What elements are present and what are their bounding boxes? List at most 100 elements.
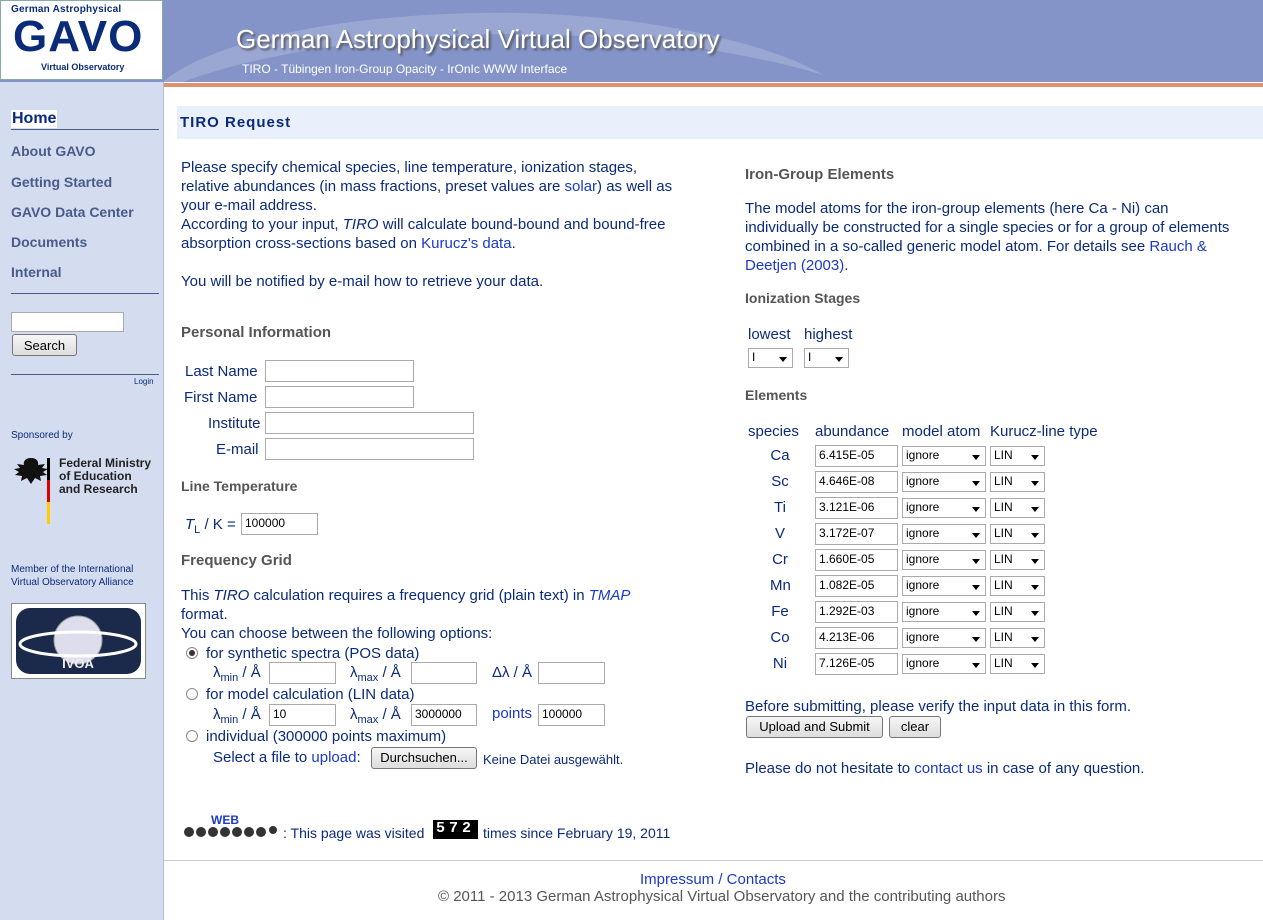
delta-lambda-label: Δλ / Å bbox=[492, 664, 533, 681]
iron-line: individually be constructed for a single… bbox=[745, 219, 1230, 236]
model-atom-select[interactable]: ignore bbox=[902, 524, 986, 544]
browse-button[interactable]: Durchsuchen... bbox=[371, 747, 477, 769]
search-input[interactable] bbox=[11, 312, 124, 332]
lin-lambda-min-input[interactable]: 10 bbox=[269, 704, 336, 726]
species-label: Fe bbox=[771, 603, 789, 620]
sidebar-item-documents[interactable]: Documents bbox=[11, 234, 87, 250]
sidebar: Home About GAVO Getting Started GAVO Dat… bbox=[0, 82, 164, 920]
model-atom-select[interactable]: ignore bbox=[902, 654, 986, 674]
highest-select[interactable]: I bbox=[804, 348, 849, 368]
kurucz-select[interactable]: LIN bbox=[990, 602, 1045, 622]
institute-input[interactable] bbox=[265, 412, 474, 434]
sidebar-divider bbox=[11, 129, 159, 130]
kurucz-select[interactable]: LIN bbox=[990, 576, 1045, 596]
personal-heading: Personal Information bbox=[181, 324, 332, 341]
first-name-label: First Name bbox=[184, 389, 258, 406]
abundance-input[interactable]: 3.121E-06 bbox=[815, 497, 898, 519]
kurucz-select[interactable]: LIN bbox=[990, 446, 1045, 466]
search-button[interactable]: Search bbox=[12, 334, 77, 356]
first-name-input[interactable] bbox=[265, 386, 414, 408]
abundance-input[interactable]: 1.292E-03 bbox=[815, 601, 898, 623]
iron-text: combined in a so-called generic model at… bbox=[745, 238, 1150, 255]
upload-link[interactable]: upload bbox=[311, 749, 356, 766]
ion-heading: Ionization Stages bbox=[745, 290, 861, 306]
col-kurucz: Kurucz-line type bbox=[990, 423, 1098, 440]
pos-radio[interactable] bbox=[186, 647, 198, 659]
abundance-input[interactable]: 7.126E-05 bbox=[815, 653, 898, 675]
verify-text: Before submitting, please verify the inp… bbox=[745, 698, 1132, 715]
last-name-label: Last Name bbox=[185, 363, 258, 380]
contact-text: in case of any question. bbox=[982, 760, 1145, 777]
sidebar-item-home[interactable]: Home bbox=[11, 110, 58, 128]
email-input[interactable] bbox=[265, 438, 474, 460]
model-atom-select[interactable]: ignore bbox=[902, 602, 986, 622]
kurucz-select[interactable]: LIN bbox=[990, 654, 1045, 674]
model-atom-select[interactable]: ignore bbox=[902, 446, 986, 466]
intro-line: relative abundances (in mass fractions, … bbox=[181, 177, 672, 196]
no-file-text: Keine Datei ausgewählt. bbox=[483, 752, 624, 767]
select-file-label: Select a file to upload: bbox=[213, 749, 361, 766]
footer-divider bbox=[164, 860, 1263, 861]
sidebar-item-getting-started[interactable]: Getting Started bbox=[11, 174, 112, 190]
deetjen-link[interactable]: Deetjen (2003) bbox=[745, 257, 844, 274]
highest-label: highest bbox=[804, 326, 853, 343]
iron-line: The model atoms for the iron-group eleme… bbox=[745, 200, 1169, 217]
kurucz-link[interactable]: Kurucz's data bbox=[421, 235, 511, 252]
model-atom-select[interactable]: ignore bbox=[902, 628, 986, 648]
abundance-input[interactable]: 4.646E-08 bbox=[815, 471, 898, 493]
contact-text: Please do not hesitate to bbox=[745, 760, 915, 777]
model-atom-select[interactable]: ignore bbox=[902, 576, 986, 596]
clear-button[interactable]: clear bbox=[889, 716, 941, 738]
abundance-input[interactable]: 1.660E-05 bbox=[815, 549, 898, 571]
tl-input[interactable]: 100000 bbox=[241, 513, 318, 535]
abundance-input[interactable]: 3.172E-07 bbox=[815, 523, 898, 545]
gavo-logo[interactable]: German Astrophysical GAVO Virtual Observ… bbox=[0, 0, 163, 80]
member-label: Virtual Observatory Alliance bbox=[11, 577, 134, 588]
kurucz-select[interactable]: LIN bbox=[990, 472, 1045, 492]
model-atom-select[interactable]: ignore bbox=[902, 472, 986, 492]
rauch-link[interactable]: Rauch & bbox=[1149, 238, 1207, 255]
individual-radio[interactable] bbox=[186, 730, 198, 742]
pos-label: for synthetic spectra (POS data) bbox=[206, 645, 420, 662]
sidebar-item-data-center[interactable]: GAVO Data Center bbox=[11, 204, 134, 220]
lin-lambda-max-input[interactable]: 3000000 bbox=[411, 704, 477, 726]
lin-radio[interactable] bbox=[186, 688, 198, 700]
sidebar-item-about[interactable]: About GAVO bbox=[11, 143, 96, 159]
solar-link[interactable]: solar bbox=[565, 178, 598, 195]
kurucz-select[interactable]: LIN bbox=[990, 498, 1045, 518]
counter-since: times since February 19, 2011 bbox=[483, 825, 671, 841]
abundance-input[interactable]: 4.213E-06 bbox=[815, 627, 898, 649]
ivoa-logo[interactable]: IVOA bbox=[11, 603, 146, 679]
last-name-input[interactable] bbox=[265, 360, 414, 382]
model-atom-select[interactable]: ignore bbox=[902, 498, 986, 518]
member-label: Member of the International bbox=[11, 564, 134, 575]
abundance-input[interactable]: 1.082E-05 bbox=[815, 575, 898, 597]
sidebar-item-internal[interactable]: Internal bbox=[11, 264, 62, 280]
freq-heading: Frequency Grid bbox=[181, 552, 292, 569]
login-link[interactable]: Login bbox=[134, 377, 154, 386]
upload-submit-button[interactable]: Upload and Submit bbox=[746, 716, 883, 738]
pos-lambda-max-input[interactable] bbox=[411, 662, 477, 684]
bmbf-line: and Research bbox=[59, 482, 138, 496]
kurucz-select[interactable]: LIN bbox=[990, 628, 1045, 648]
kurucz-select[interactable]: LIN bbox=[990, 524, 1045, 544]
col-model: model atom bbox=[902, 423, 981, 440]
lin-points-input[interactable]: 100000 bbox=[538, 704, 605, 726]
bmbf-logo[interactable]: Federal Ministry of Education and Resear… bbox=[59, 457, 151, 496]
col-abundance: abundance bbox=[815, 423, 890, 440]
intro-line: Please specify chemical species, line te… bbox=[181, 159, 638, 176]
kurucz-select[interactable]: LIN bbox=[990, 550, 1045, 570]
tmap-link[interactable]: TMAP bbox=[589, 587, 631, 604]
abundance-input[interactable]: 6.415E-05 bbox=[815, 445, 898, 467]
lambda-min-label: λmin / Å bbox=[213, 664, 261, 684]
freq-text: calculation requires a frequency grid (p… bbox=[249, 587, 589, 604]
copyright: © 2011 - 2013 German Astrophysical Virtu… bbox=[438, 888, 1006, 905]
individual-label: individual (300000 points maximum) bbox=[206, 728, 447, 745]
lowest-select[interactable]: I bbox=[748, 348, 793, 368]
model-atom-select[interactable]: ignore bbox=[902, 550, 986, 570]
freq-text: This bbox=[181, 587, 214, 604]
pos-delta-lambda-input[interactable] bbox=[538, 662, 605, 684]
pos-lambda-min-input[interactable] bbox=[269, 662, 336, 684]
elements-heading: Elements bbox=[745, 387, 808, 403]
contact-link[interactable]: contact us bbox=[914, 760, 982, 777]
